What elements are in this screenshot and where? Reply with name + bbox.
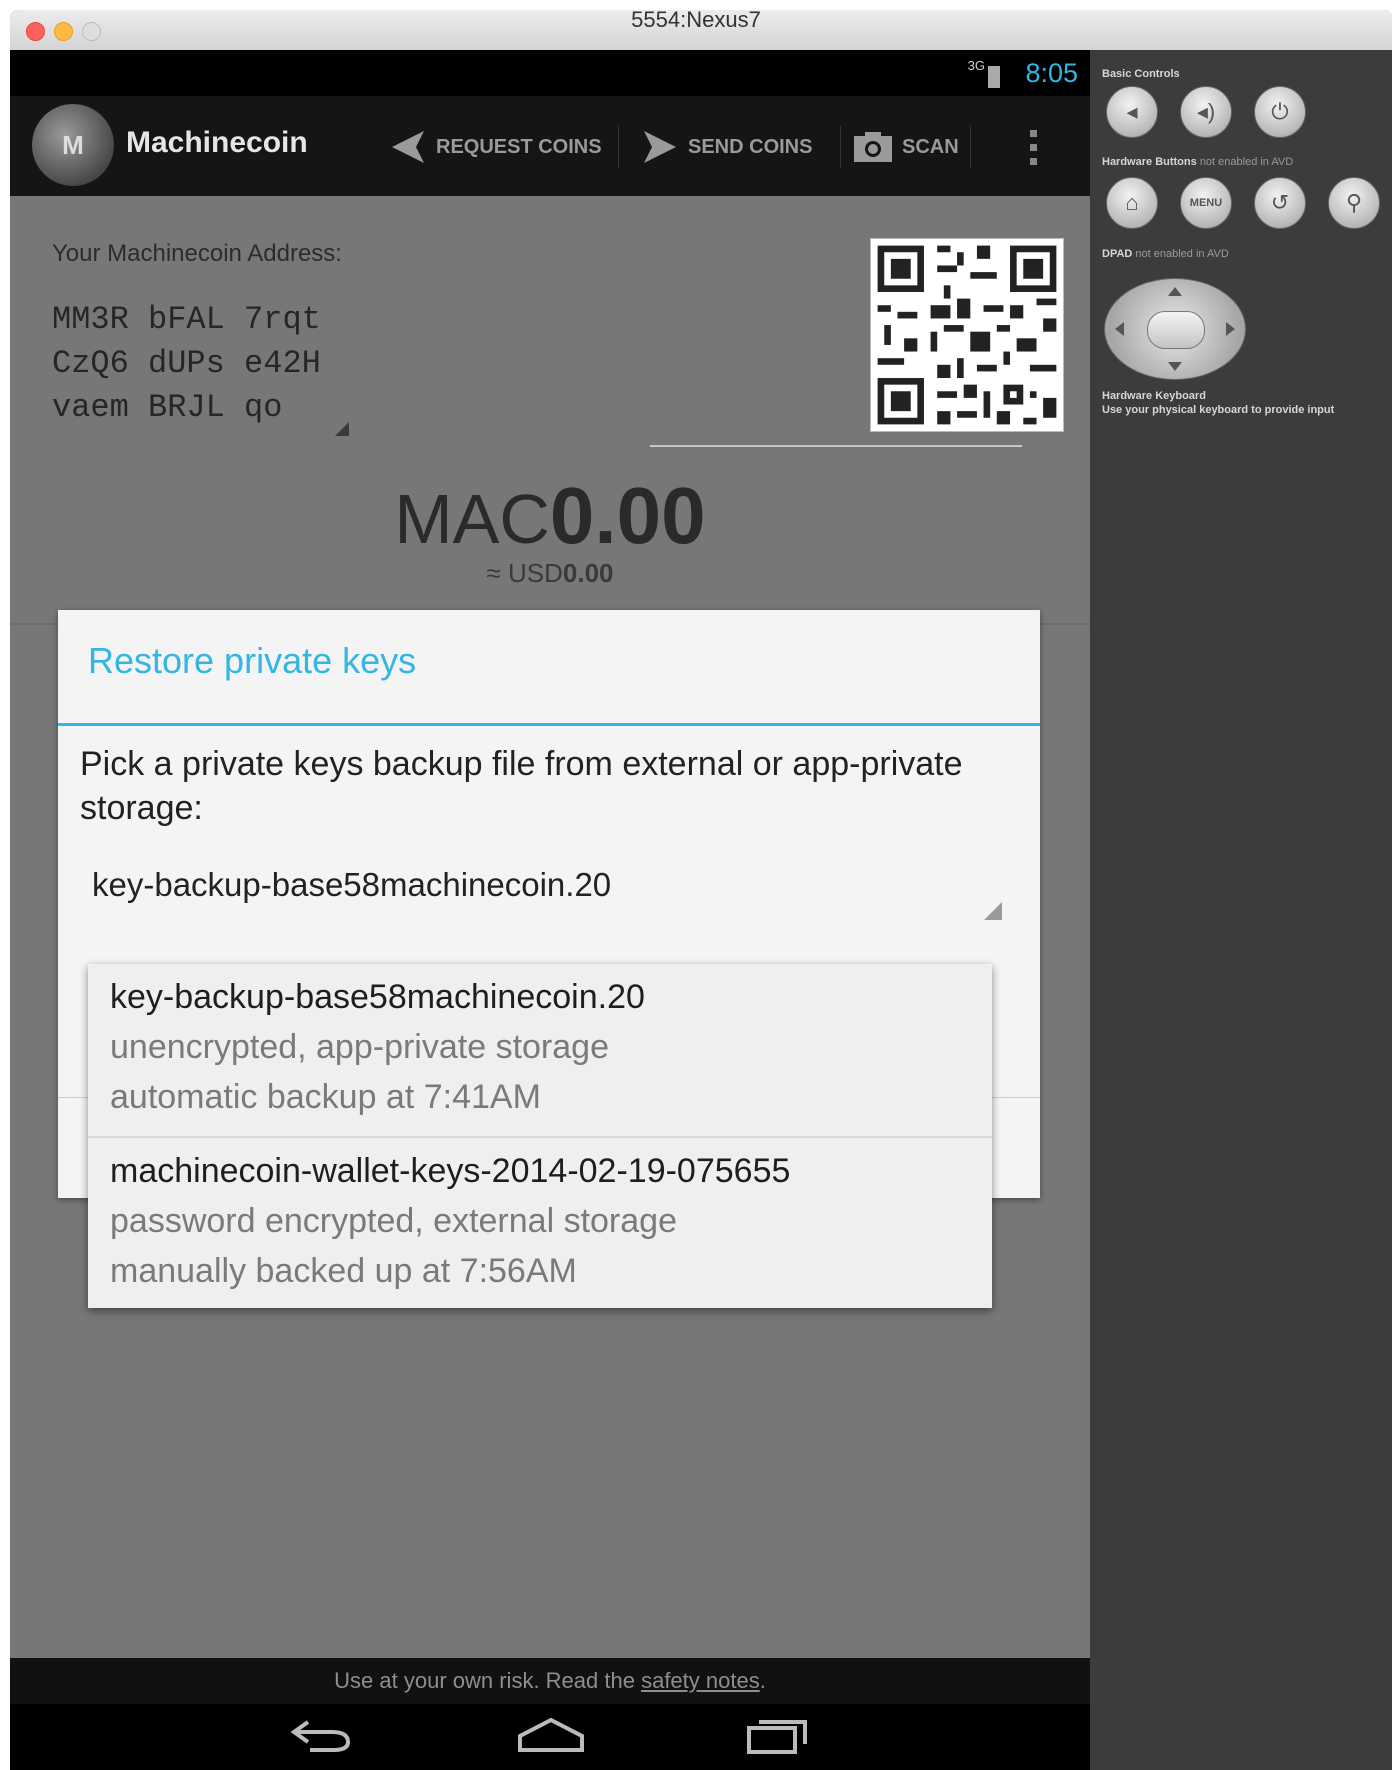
hardware-keyboard-note: Use your physical keyboard to provide in… — [1102, 404, 1335, 416]
dpad-down-icon[interactable] — [1168, 362, 1182, 371]
send-coins-button[interactable]: SEND COINS — [640, 122, 812, 172]
volume-up-button[interactable]: ◂) — [1180, 86, 1232, 138]
action-separator — [840, 126, 841, 168]
camera-icon — [854, 132, 892, 162]
action-separator — [618, 126, 619, 168]
dpad-title: DPAD — [1102, 248, 1133, 260]
dialog-title: Restore private keys — [88, 640, 417, 681]
dialog-title-divider — [58, 723, 1040, 726]
status-bar: 3G 8:05 — [10, 50, 1090, 96]
fiat-amount: 0.00 — [562, 558, 614, 588]
volume-down-icon: ◂ — [1126, 99, 1138, 124]
hardware-buttons-note: not enabled in AVD — [1199, 156, 1294, 168]
address-line: MM3R bFAL 7rqt — [52, 301, 321, 338]
volume-down-button[interactable]: ◂ — [1106, 86, 1158, 138]
home-hw-icon: ⌂ — [1125, 190, 1139, 215]
signal-icon: 3G — [967, 58, 985, 73]
safety-notes-link[interactable]: safety notes — [641, 1668, 760, 1693]
app-logo-letter: M — [62, 130, 84, 160]
file-name: key-backup-base58machinecoin.20 — [110, 978, 645, 1016]
hardware-buttons-label: Hardware Buttons not enabled in AVD — [1102, 156, 1293, 168]
address-label: Your Machinecoin Address: — [52, 240, 342, 267]
address-qr-code[interactable] — [870, 238, 1064, 432]
request-coins-button[interactable]: REQUEST COINS — [388, 122, 602, 172]
address-menu-indicator — [335, 422, 349, 436]
dropdown-item[interactable]: machinecoin-wallet-keys-2014-02-19-07565… — [88, 1136, 992, 1310]
file-backup-time: manually backed up at 7:56AM — [110, 1252, 577, 1290]
hardware-keyboard-label: Hardware Keyboard — [1102, 390, 1206, 402]
hardware-buttons-title: Hardware Buttons — [1102, 156, 1197, 168]
arrow-left-icon — [392, 131, 424, 163]
search-icon: ⚲ — [1345, 190, 1363, 215]
balance-currency: MAC — [394, 480, 550, 558]
arrow-right-icon — [644, 131, 676, 163]
scan-button[interactable]: SCAN — [852, 122, 959, 172]
dpad-control[interactable] — [1104, 278, 1246, 380]
file-storage: password encrypted, external storage — [110, 1202, 677, 1240]
emulator-controls-panel: Basic Controls ◂ ◂) ⏻ Hardware Buttons n… — [1090, 50, 1392, 1770]
file-name: machinecoin-wallet-keys-2014-02-19-07565… — [110, 1152, 791, 1190]
dpad-up-icon[interactable] — [1168, 287, 1182, 296]
back-icon[interactable] — [290, 1716, 354, 1756]
safety-end: . — [759, 1668, 766, 1693]
app-title: Machinecoin — [126, 126, 308, 159]
home-icon[interactable] — [516, 1716, 586, 1756]
back-hw-button[interactable]: ↺ — [1254, 177, 1306, 229]
file-backup-time: automatic backup at 7:41AM — [110, 1078, 541, 1116]
send-coins-label: SEND COINS — [688, 135, 813, 158]
action-bar: M Machinecoin REQUEST COINS SEND COINS S… — [10, 96, 1090, 196]
power-icon: ⏻ — [1271, 99, 1289, 124]
menu-hw-label: MENU — [1189, 197, 1223, 209]
password-field-underline — [650, 445, 1022, 447]
navigation-bar — [10, 1704, 1090, 1770]
spinner-indicator — [984, 902, 1002, 920]
search-hw-button[interactable]: ⚲ — [1328, 177, 1380, 229]
volume-up-icon: ◂) — [1196, 99, 1216, 124]
status-clock: 8:05 — [1025, 58, 1078, 88]
file-spinner[interactable]: key-backup-base58machinecoin.20 — [92, 866, 611, 904]
scan-label: SCAN — [902, 135, 959, 158]
menu-hw-button[interactable]: MENU — [1180, 177, 1232, 229]
file-storage: unencrypted, app-private storage — [110, 1028, 609, 1066]
dialog-message: Pick a private keys backup file from ext… — [80, 745, 963, 827]
device-screen: 3G 8:05 M Machinecoin REQUEST COINS SEND… — [10, 50, 1090, 1770]
wallet-address[interactable]: MM3R bFAL 7rqt CzQ6 dUPs e42H vaem BRJL … — [52, 298, 321, 430]
balance-amount: 0.00 — [549, 471, 706, 560]
fiat-prefix: ≈ USD — [486, 558, 563, 588]
dropdown-item[interactable]: key-backup-base58machinecoin.20 unencryp… — [88, 964, 992, 1136]
overflow-menu-icon[interactable] — [1030, 130, 1038, 172]
action-separator — [970, 126, 971, 168]
balance: MAC0.00 — [10, 470, 1090, 562]
safety-text: Use at your own risk. Read the — [334, 1668, 642, 1693]
dpad-left-icon[interactable] — [1115, 322, 1124, 336]
fiat-balance: ≈ USD0.00 — [10, 558, 1090, 589]
battery-icon — [988, 66, 1000, 88]
emulator-body: 3G 8:05 M Machinecoin REQUEST COINS SEND… — [10, 10, 1392, 1770]
safety-footer: Use at your own risk. Read the safety no… — [10, 1658, 1090, 1704]
dpad-label: DPAD not enabled in AVD — [1102, 248, 1229, 260]
address-line: vaem BRJL qo — [52, 389, 283, 426]
dpad-note: not enabled in AVD — [1135, 248, 1229, 260]
file-dropdown: key-backup-base58machinecoin.20 unencryp… — [88, 964, 992, 1308]
recent-apps-icon[interactable] — [745, 1716, 809, 1756]
home-hw-button[interactable]: ⌂ — [1106, 177, 1158, 229]
dpad-center-button[interactable] — [1147, 311, 1205, 349]
request-coins-label: REQUEST COINS — [436, 135, 602, 158]
address-line: CzQ6 dUPs e42H — [52, 345, 321, 382]
back-hw-icon: ↺ — [1270, 190, 1290, 215]
basic-controls-label: Basic Controls — [1102, 68, 1180, 80]
power-button[interactable]: ⏻ — [1254, 86, 1306, 138]
dpad-right-icon[interactable] — [1226, 322, 1235, 336]
app-logo[interactable]: M — [32, 104, 114, 186]
